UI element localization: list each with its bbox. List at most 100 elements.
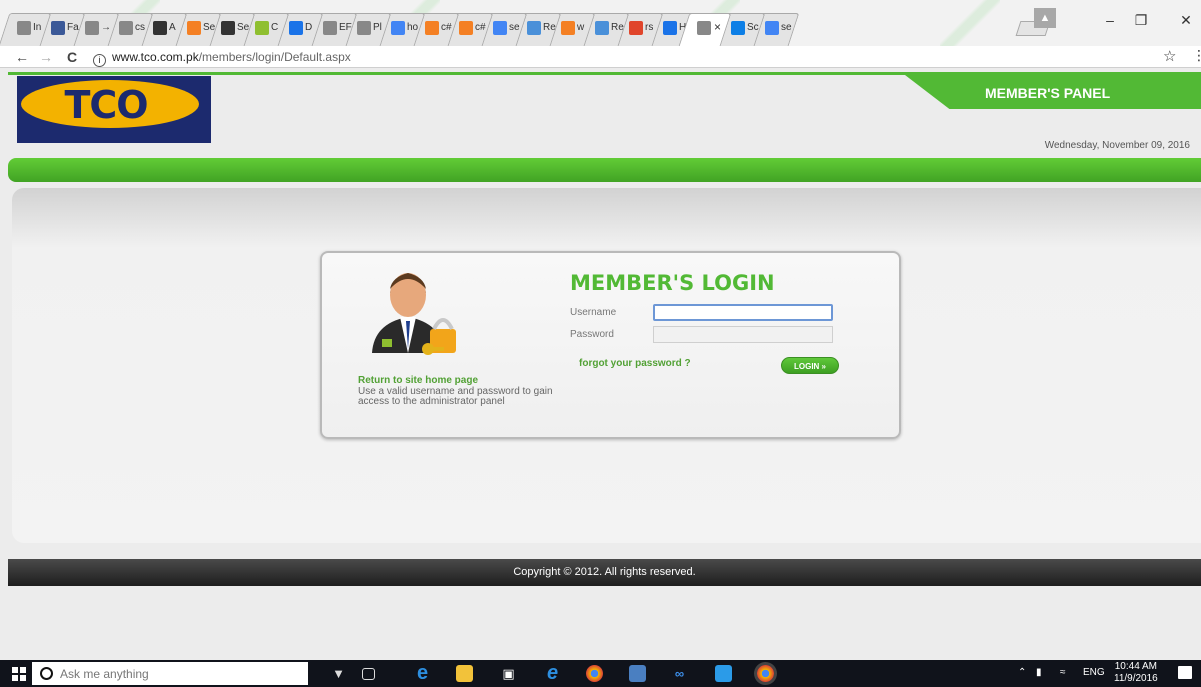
codepen-icon <box>153 21 167 35</box>
browser-tab-active[interactable]: × <box>678 13 732 46</box>
tab-label: w <box>577 22 585 33</box>
forgot-password-link[interactable]: forgot your password ? <box>579 358 691 369</box>
stackoverflow-icon <box>561 21 575 35</box>
return-home-link[interactable]: Return to site home page <box>358 375 478 386</box>
user-lock-icon <box>372 273 456 355</box>
tab-label: cs <box>135 22 145 33</box>
info-icon[interactable]: i <box>93 54 106 67</box>
tab-label: c# <box>441 22 452 33</box>
header-accent-line <box>8 72 1201 75</box>
loading-icon <box>357 21 371 35</box>
url-path: /members/login/Default.aspx <box>198 50 351 64</box>
footer-bar: Copyright © 2012. All rights reserved. <box>8 559 1201 586</box>
app-icon <box>255 21 269 35</box>
tab-label: se <box>781 22 792 33</box>
tab-label: Re <box>543 22 556 33</box>
url-host: www.tco.com.pk <box>112 50 199 64</box>
google-icon <box>493 21 507 35</box>
tab-label: C <box>271 22 279 33</box>
show-hidden-icons[interactable]: ⌃ <box>1018 667 1026 678</box>
page-icon <box>85 21 99 35</box>
infinity-icon[interactable]: ∞ <box>671 665 688 682</box>
wifi-icon[interactable]: ≈ <box>1060 667 1066 678</box>
tab-label: D <box>305 22 313 33</box>
stackoverflow-icon <box>425 21 439 35</box>
language-indicator[interactable]: ENG <box>1083 667 1105 678</box>
app-icon[interactable] <box>629 665 646 682</box>
teamviewer-icon[interactable] <box>715 665 732 682</box>
task-view-icon[interactable] <box>362 668 375 680</box>
clock-time: 10:44 AM <box>1114 661 1157 672</box>
login-button[interactable]: LOGIN » <box>781 357 839 374</box>
system-clock[interactable]: 10:44 AM 11/9/2016 <box>1114 661 1158 685</box>
username-input[interactable] <box>653 304 833 321</box>
login-title: MEMBER'S LOGIN <box>570 271 775 295</box>
tco-logo[interactable]: TCO <box>17 76 211 143</box>
tab-label: se <box>509 22 520 33</box>
google-icon <box>391 21 405 35</box>
logo-text: TCO <box>64 83 148 127</box>
tab-list: In Fa → cs A Se Se C D EF Pl ho c# c# se Re w Re rs H × Sc se <box>0 13 800 46</box>
browser-tab[interactable]: In <box>0 13 52 46</box>
tab-label: EF <box>339 22 352 33</box>
tab-close-icon[interactable]: × <box>714 20 721 34</box>
current-date: Wednesday, November 09, 2016 <box>1044 140 1190 151</box>
store-icon[interactable]: ▣ <box>500 665 517 682</box>
clock-date: 11/9/2016 <box>1114 673 1158 684</box>
browser-tab-strip: In Fa → cs A Se Se C D EF Pl ho c# c# se Re w Re rs H × Sc se … <box>0 0 1201 46</box>
forward-icon[interactable]: → <box>36 47 56 67</box>
windows-start-icon[interactable] <box>12 667 26 681</box>
dropbox-icon <box>731 21 745 35</box>
page-icon <box>697 21 711 35</box>
tab-label: c# <box>475 22 486 33</box>
battery-icon[interactable]: ▮ <box>1036 667 1042 678</box>
background-watermark <box>940 0 1000 46</box>
back-icon[interactable]: ← <box>12 47 32 67</box>
chrome-icon[interactable] <box>586 665 603 682</box>
url-input[interactable]: i www.tco.com.pk/members/login/Default.as… <box>93 48 1158 67</box>
codepen-icon <box>221 21 235 35</box>
notification-center-icon[interactable] <box>1178 666 1192 679</box>
tab-label: → <box>101 22 111 33</box>
tab-label: Pl <box>373 22 382 33</box>
tab-label: A <box>169 22 176 33</box>
chrome-active-icon[interactable] <box>757 665 774 682</box>
facebook-icon <box>51 21 65 35</box>
generic-icon <box>119 21 133 35</box>
file-explorer-icon[interactable] <box>456 665 473 682</box>
edge-icon[interactable]: e <box>414 663 431 683</box>
tab-label: Re <box>611 22 624 33</box>
cortana-search-box[interactable]: Ask me anything <box>32 662 308 685</box>
refresh-icon <box>289 21 303 35</box>
tab-label: Se <box>203 22 216 33</box>
loading-icon <box>323 21 337 35</box>
refresh-icon <box>663 21 677 35</box>
globe-icon <box>527 21 541 35</box>
generic-icon <box>17 21 31 35</box>
restore-icon[interactable]: ❐ <box>1126 12 1156 32</box>
browser-menu-icon[interactable]: ⋮ <box>1192 47 1201 64</box>
username-label: Username <box>570 307 617 318</box>
internet-explorer-icon[interactable]: e <box>544 663 561 683</box>
address-bar: ← → C i www.tco.com.pk/members/login/Defa… <box>0 46 1201 68</box>
microphone-icon[interactable]: ▼ <box>330 665 347 682</box>
reload-icon[interactable]: C <box>62 47 82 67</box>
tab-label: Fa <box>67 22 79 33</box>
window-close-icon[interactable]: ✕ <box>1171 12 1201 32</box>
tab-label: Se <box>237 22 250 33</box>
web-page: TCO MEMBER'S PANEL Wednesday, November 0… <box>0 68 1201 660</box>
cortana-icon <box>40 667 53 680</box>
login-box: Return to site home page Use a valid use… <box>320 251 901 439</box>
globe-icon <box>595 21 609 35</box>
bookmark-star-icon[interactable]: ☆ <box>1163 47 1176 65</box>
member-panel-tab: MEMBER'S PANEL <box>905 75 1201 109</box>
minimize-icon[interactable]: – <box>1095 12 1125 32</box>
navigation-bar <box>8 158 1201 182</box>
password-input[interactable] <box>653 326 833 343</box>
asterisk-icon <box>187 21 201 35</box>
tab-label: In <box>33 22 42 33</box>
settings-icon <box>629 21 643 35</box>
profile-icon[interactable]: ▲ <box>1034 8 1056 28</box>
google-icon <box>765 21 779 35</box>
tab-label: rs <box>645 22 654 33</box>
